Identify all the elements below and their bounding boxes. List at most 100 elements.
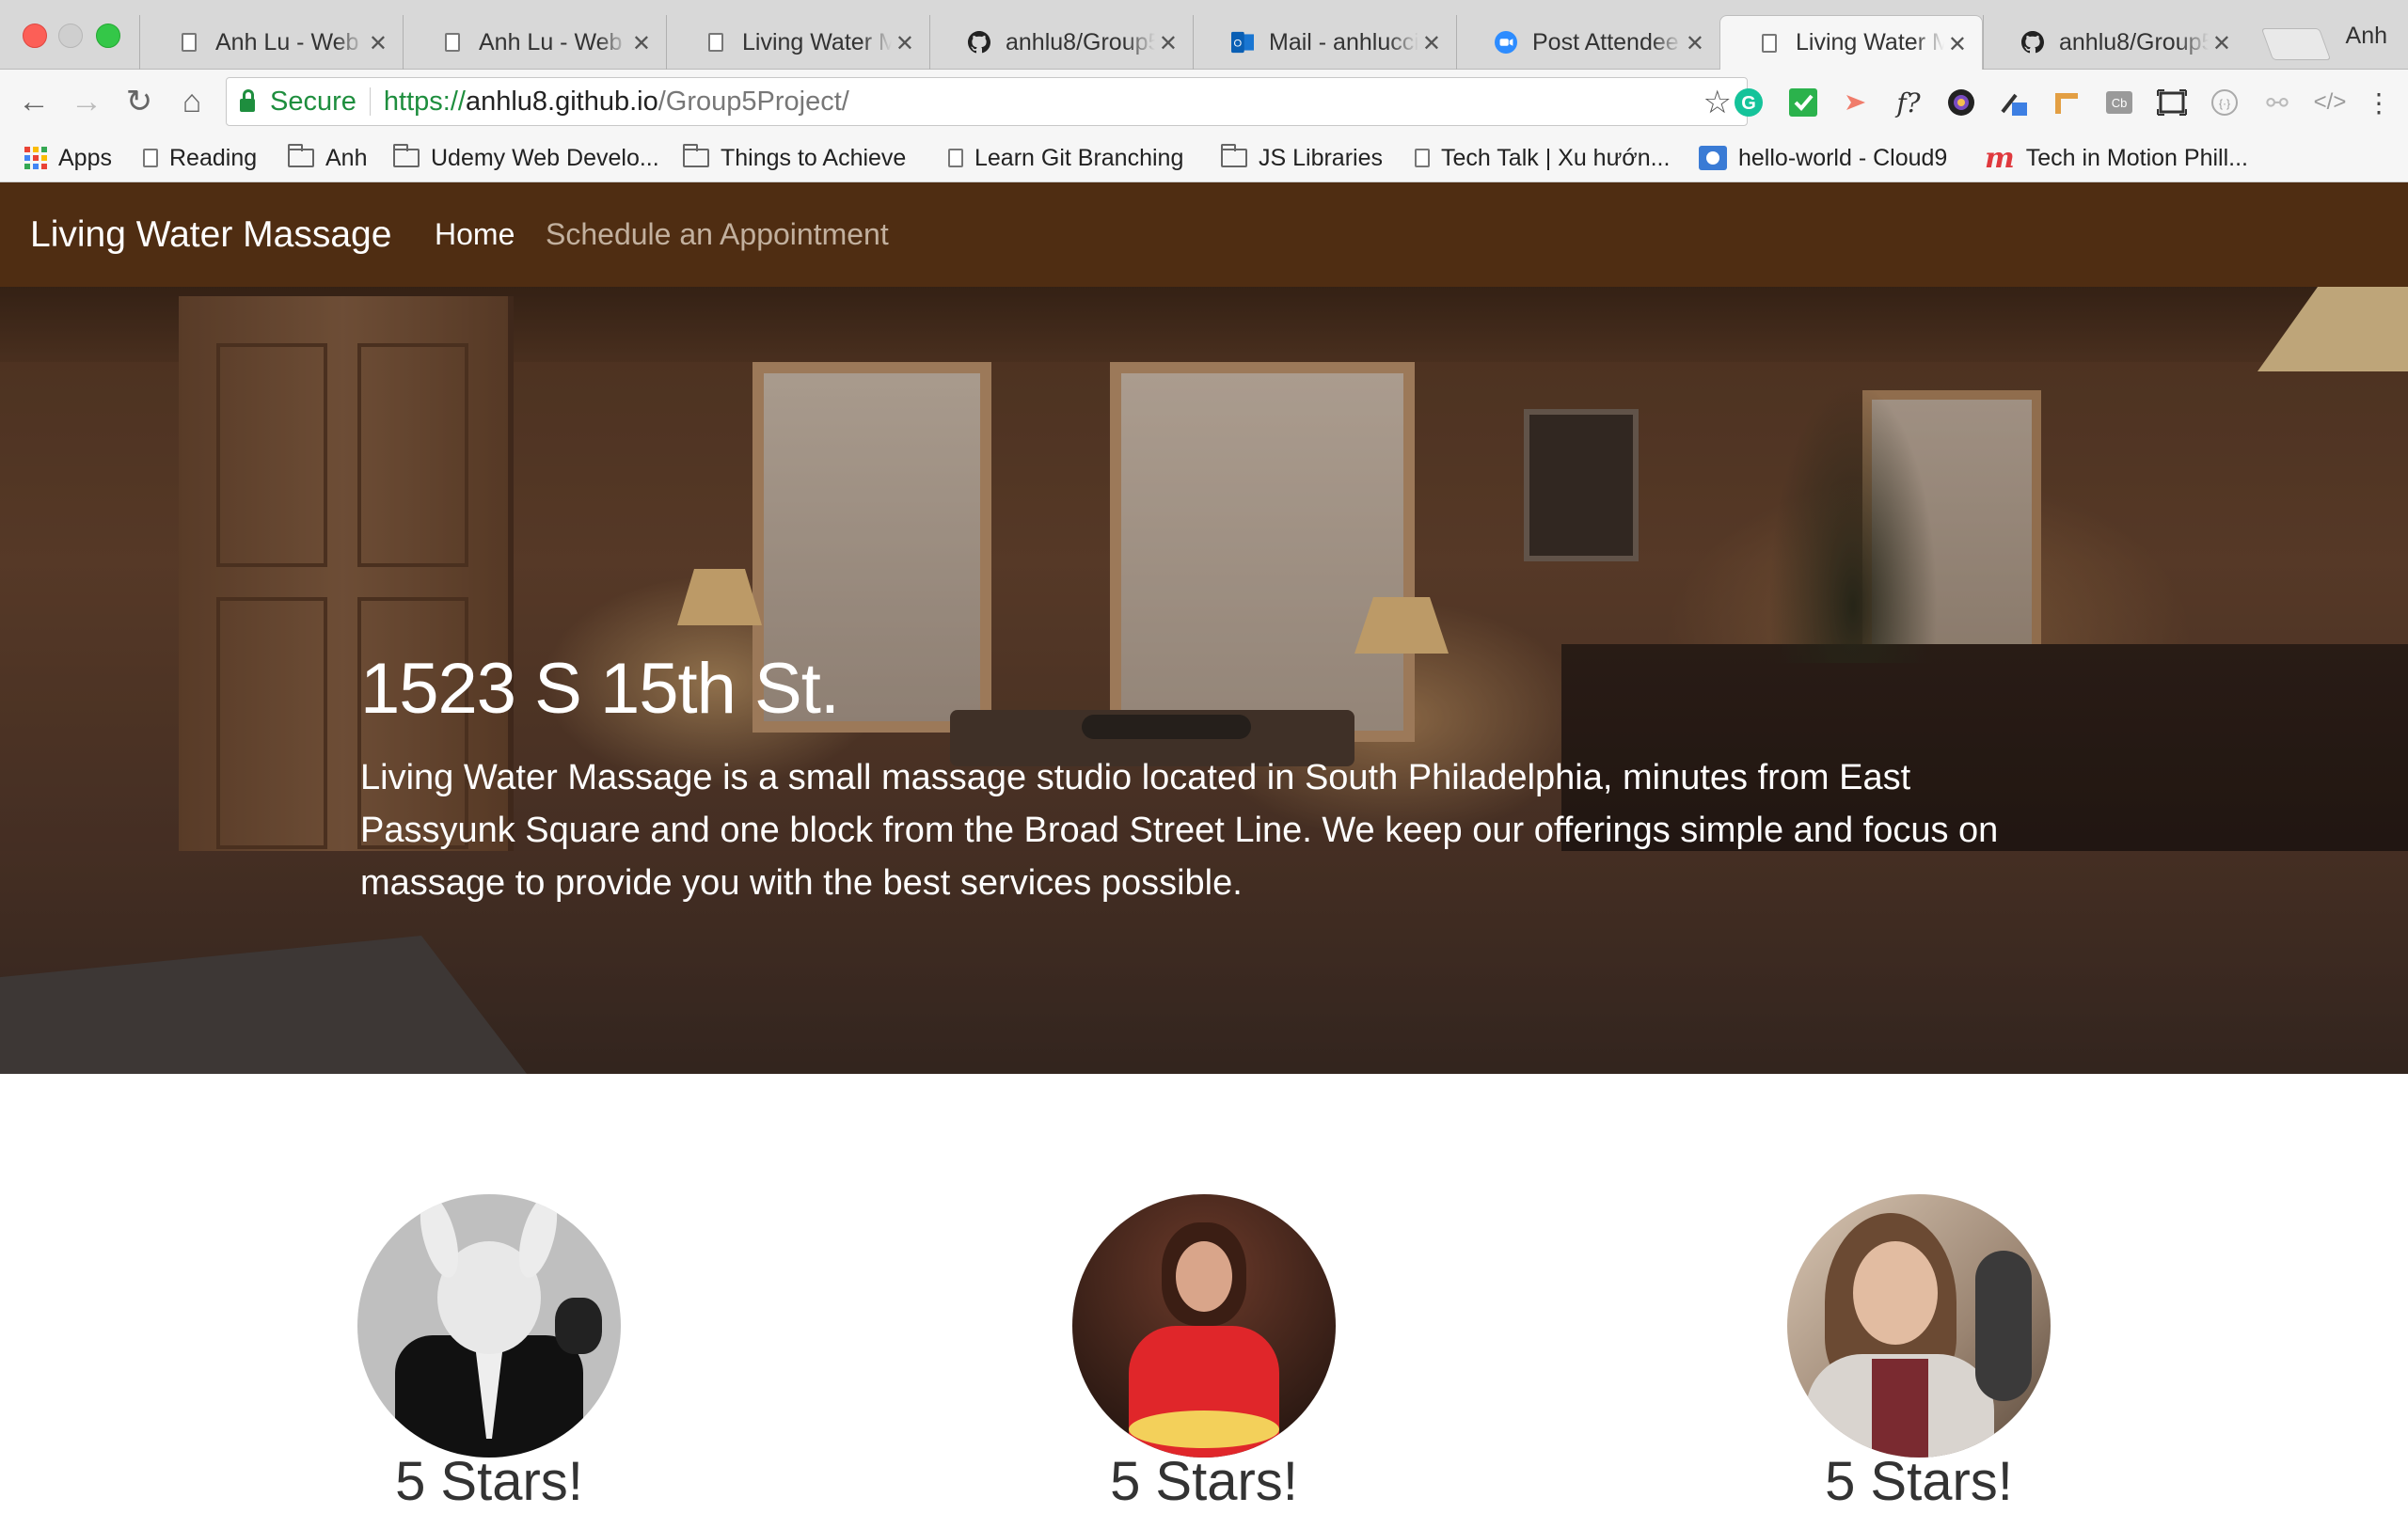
folder-icon [1221, 144, 1247, 167]
browser-tab[interactable]: Post Attendee ✕ [1456, 15, 1719, 70]
folder-icon [288, 144, 314, 167]
browser-tab[interactable]: O Mail - anhluccie ✕ [1193, 15, 1456, 70]
menu-dots-icon[interactable]: ⋮ [2363, 87, 2395, 118]
nav-home-link[interactable]: Home [435, 182, 515, 287]
tab-strip: Anh Lu - Web D ✕ Anh Lu - Web D ✕ Living… [0, 0, 2408, 70]
code-view-icon[interactable]: </> [2314, 87, 2347, 118]
testimonial-rating: 5 Stars! [1825, 1451, 2013, 1512]
browser-tab[interactable]: Living Water Ma ✕ [666, 15, 929, 70]
secure-label: Secure [270, 86, 356, 117]
bookmark-label: Anh [325, 144, 368, 171]
bookmark-label: Tech Talk | Xu hướn... [1441, 144, 1671, 171]
site-navbar: Living Water Massage Home Schedule an Ap… [0, 182, 2408, 287]
bookmark-tech-in-motion[interactable]: m Tech in Motion Phill... [1985, 141, 2248, 175]
bookmark-label: Reading [169, 144, 258, 171]
site-brand[interactable]: Living Water Massage [30, 182, 391, 287]
tab-title: Anh Lu - Web D [215, 28, 365, 55]
close-tab-icon[interactable]: ✕ [2212, 30, 2231, 57]
close-window-button[interactable] [23, 24, 47, 48]
lock-icon [240, 89, 255, 112]
bookmark-label: hello-world - Cloud9 [1738, 144, 1948, 171]
screenshot-icon[interactable] [2156, 87, 2188, 118]
svg-text:G: G [1741, 93, 1756, 114]
document-icon [178, 31, 200, 54]
testimonial-avatar [357, 1194, 621, 1458]
bookmark-label: Learn Git Branching [974, 144, 1184, 171]
tab-title: Living Water Ma [1796, 29, 1944, 55]
testimonial-rating: 5 Stars! [395, 1451, 583, 1512]
bookmark-label: Things to Achieve [721, 144, 907, 171]
hero-title: 1523 S 15th St. [360, 649, 840, 729]
forward-arrow-icon[interactable]: → [68, 83, 105, 120]
bookmark-folder-js[interactable]: JS Libraries [1221, 143, 1383, 173]
document-icon [705, 31, 727, 54]
close-tab-icon[interactable]: ✕ [369, 30, 388, 57]
close-tab-icon[interactable]: ✕ [1686, 30, 1704, 57]
svg-text:O: O [1234, 38, 1243, 49]
ruler-icon[interactable] [2051, 87, 2083, 118]
close-tab-icon[interactable]: ✕ [895, 30, 914, 57]
document-icon [143, 149, 158, 167]
folder-icon [683, 144, 709, 167]
bookmark-cloud9[interactable]: hello-world - Cloud9 [1699, 143, 1947, 173]
bookmark-label: Udemy Web Develo... [431, 144, 659, 171]
close-tab-icon[interactable]: ✕ [632, 30, 651, 57]
close-tab-icon[interactable]: ✕ [1948, 31, 1967, 58]
browser-tab-active[interactable]: Living Water Ma ✕ [1719, 15, 1983, 70]
bookmark-folder-anh[interactable]: Anh [288, 143, 367, 173]
svg-text:{·}: {·} [2219, 97, 2230, 110]
maximize-window-button[interactable] [96, 24, 120, 48]
browser-tab[interactable]: Anh Lu - Web D ✕ [139, 15, 403, 70]
document-icon [1758, 32, 1781, 55]
back-arrow-icon[interactable]: ← [15, 83, 53, 120]
profile-name[interactable]: Anh [2346, 23, 2387, 50]
bookmark-tech-talk[interactable]: Tech Talk | Xu hướn... [1415, 143, 1670, 173]
close-tab-icon[interactable]: ✕ [1422, 30, 1441, 57]
address-bar[interactable]: Secure https://anhlu8.github.io/Group5Pr… [226, 77, 1748, 126]
github-icon [968, 31, 990, 54]
bookmark-learn-git[interactable]: Learn Git Branching [948, 143, 1183, 173]
bookmark-folder-things[interactable]: Things to Achieve [683, 143, 906, 173]
json-viewer-icon[interactable]: {·} [2209, 87, 2241, 118]
checkmark-extension-icon[interactable] [1787, 87, 1819, 118]
url-host: anhlu8.github.io [465, 86, 658, 117]
browser-tab[interactable]: anhlu8/Group5P ✕ [1983, 15, 2246, 70]
new-tab-button[interactable] [2260, 28, 2332, 60]
hero-section: 1523 S 15th St. Living Water Massage is … [0, 287, 2408, 1074]
grammarly-icon[interactable]: G [1733, 87, 1765, 118]
bookmark-apps[interactable]: Apps [24, 143, 112, 173]
document-icon [948, 149, 963, 167]
bookmark-reading[interactable]: Reading [143, 143, 257, 173]
tab-title: anhlu8/Group5P [2059, 28, 2209, 55]
home-icon[interactable]: ⌂ [173, 83, 211, 120]
tab-title: Anh Lu - Web D [479, 28, 628, 55]
testimonials-section: 5 Stars! 5 Stars! 5 Stars! [0, 1074, 2408, 1512]
apps-icon [24, 147, 47, 169]
nav-schedule-link[interactable]: Schedule an Appointment [546, 182, 889, 287]
browser-tab[interactable]: Anh Lu - Web D ✕ [403, 15, 666, 70]
link-extension-icon[interactable]: ⚯ [2261, 87, 2293, 118]
url-scheme: https:// [383, 86, 466, 117]
bookmark-label: JS Libraries [1259, 144, 1383, 171]
bookmark-folder-udemy[interactable]: Udemy Web Develo... [393, 143, 659, 173]
meetup-icon: m [1985, 141, 2015, 175]
eyedropper-icon[interactable] [1998, 87, 2030, 118]
browser-tab[interactable]: anhlu8/Group5 ✕ [929, 15, 1193, 70]
font-inspector-icon[interactable]: f? [1893, 87, 1925, 118]
color-picker-icon[interactable] [1945, 87, 1977, 118]
document-icon [441, 31, 464, 54]
cloud9-icon [1699, 146, 1727, 170]
reload-icon[interactable]: ↻ [120, 83, 158, 120]
tab-title: anhlu8/Group5 [1006, 28, 1155, 55]
folder-icon [393, 144, 420, 167]
testimonial-avatar [1787, 1194, 2051, 1458]
bookmark-star-icon[interactable]: ☆ [1703, 84, 1732, 121]
close-tab-icon[interactable]: ✕ [1159, 30, 1178, 57]
browser-toolbar: ← → ↻ ⌂ Secure https://anhlu8.github.io /… [0, 70, 2408, 135]
url-path: /Group5Project/ [657, 86, 849, 117]
minimize-window-button[interactable] [58, 24, 83, 48]
bookmark-label: Tech in Motion Phill... [2025, 144, 2248, 171]
pointer-extension-icon[interactable] [1840, 87, 1872, 118]
cb-extension-icon[interactable]: Cb [2103, 87, 2135, 118]
tab-title: Mail - anhluccie [1269, 28, 1418, 55]
